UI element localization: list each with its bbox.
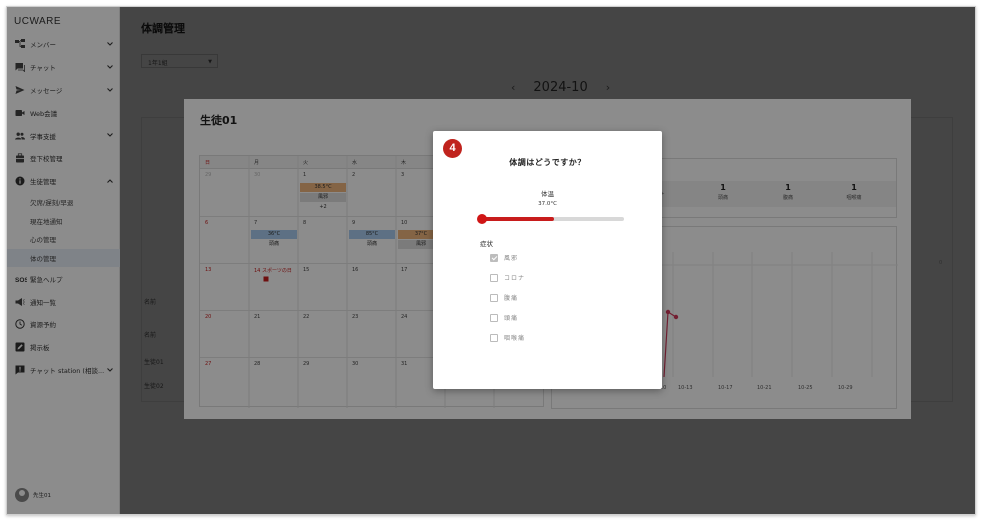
symptom-option-covid[interactable]: コロナ bbox=[490, 273, 525, 282]
checkbox[interactable] bbox=[490, 313, 498, 322]
checkbox[interactable] bbox=[490, 273, 498, 282]
symptom-label: 頭痛 bbox=[504, 315, 519, 322]
slider-fill bbox=[482, 217, 555, 221]
checkbox[interactable] bbox=[490, 253, 498, 262]
dialog-title: 体調はどうですか？ bbox=[509, 158, 586, 167]
health-check-dialog: 4 体調はどうですか？ 体温 37.0°C 症状 風邪 コロナ 腹痛 頭痛 咽喉… bbox=[433, 131, 662, 389]
symptom-label: コロナ bbox=[504, 275, 526, 282]
slider-thumb[interactable] bbox=[477, 214, 487, 224]
symptom-option-cold[interactable]: 風邪 bbox=[490, 253, 518, 262]
checkbox[interactable] bbox=[490, 333, 498, 342]
symptom-label: 腹痛 bbox=[504, 295, 519, 302]
temperature-value: 37.0°C bbox=[538, 201, 557, 207]
temperature-slider[interactable] bbox=[477, 214, 624, 224]
symptom-option-headache[interactable]: 頭痛 bbox=[490, 313, 518, 322]
step-badge: 4 bbox=[443, 139, 462, 158]
symptom-label: 咽喉痛 bbox=[504, 335, 526, 342]
temperature-label: 体温 bbox=[541, 190, 554, 198]
checkbox[interactable] bbox=[490, 293, 498, 302]
symptom-option-stomachache[interactable]: 腹痛 bbox=[490, 293, 518, 302]
symptom-label: 風邪 bbox=[504, 255, 519, 262]
symptoms-label: 症状 bbox=[480, 240, 493, 248]
app-window: UCWARE メンバー チャット メッセージ Web会議 学事支援 登下校管理 … bbox=[6, 6, 976, 515]
symptom-option-sore-throat[interactable]: 咽喉痛 bbox=[490, 333, 525, 342]
